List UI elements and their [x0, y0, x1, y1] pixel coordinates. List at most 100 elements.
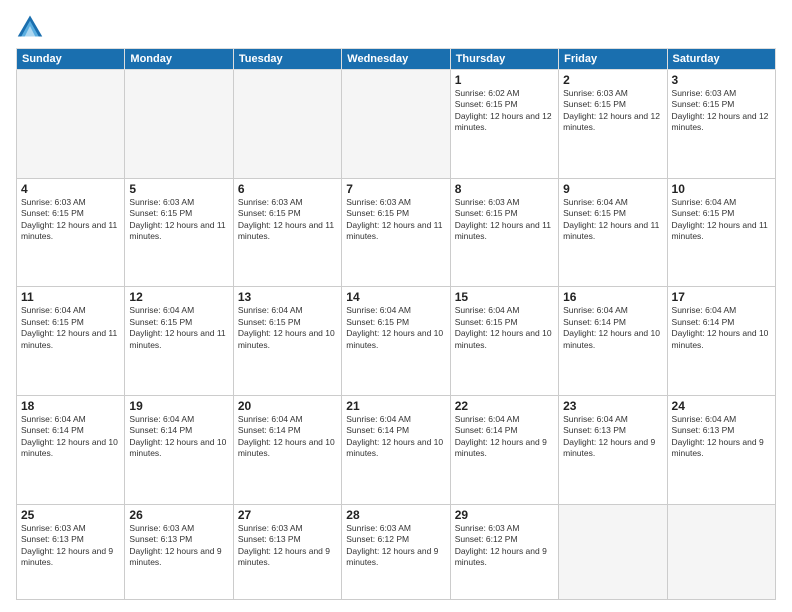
- logo-icon: [16, 12, 44, 40]
- day-number: 26: [129, 508, 228, 522]
- calendar-cell: 2Sunrise: 6:03 AMSunset: 6:15 PMDaylight…: [559, 70, 667, 179]
- day-number: 4: [21, 182, 120, 196]
- weekday-saturday: Saturday: [667, 49, 775, 70]
- day-number: 3: [672, 73, 771, 87]
- day-number: 1: [455, 73, 554, 87]
- day-number: 16: [563, 290, 662, 304]
- day-info: Sunrise: 6:04 AMSunset: 6:14 PMDaylight:…: [129, 414, 228, 460]
- day-number: 29: [455, 508, 554, 522]
- day-number: 14: [346, 290, 445, 304]
- day-number: 19: [129, 399, 228, 413]
- calendar-cell: 18Sunrise: 6:04 AMSunset: 6:14 PMDayligh…: [17, 395, 125, 504]
- day-info: Sunrise: 6:04 AMSunset: 6:15 PMDaylight:…: [672, 197, 771, 243]
- calendar-cell: 24Sunrise: 6:04 AMSunset: 6:13 PMDayligh…: [667, 395, 775, 504]
- calendar-cell: 19Sunrise: 6:04 AMSunset: 6:14 PMDayligh…: [125, 395, 233, 504]
- day-number: 11: [21, 290, 120, 304]
- calendar-cell: 21Sunrise: 6:04 AMSunset: 6:14 PMDayligh…: [342, 395, 450, 504]
- day-info: Sunrise: 6:04 AMSunset: 6:15 PMDaylight:…: [238, 305, 337, 351]
- calendar-cell: 12Sunrise: 6:04 AMSunset: 6:15 PMDayligh…: [125, 287, 233, 396]
- day-info: Sunrise: 6:03 AMSunset: 6:12 PMDaylight:…: [455, 523, 554, 569]
- weekday-thursday: Thursday: [450, 49, 558, 70]
- day-info: Sunrise: 6:04 AMSunset: 6:14 PMDaylight:…: [21, 414, 120, 460]
- day-number: 25: [21, 508, 120, 522]
- calendar-cell: 14Sunrise: 6:04 AMSunset: 6:15 PMDayligh…: [342, 287, 450, 396]
- weekday-header-row: SundayMondayTuesdayWednesdayThursdayFrid…: [17, 49, 776, 70]
- day-number: 24: [672, 399, 771, 413]
- day-info: Sunrise: 6:04 AMSunset: 6:14 PMDaylight:…: [672, 305, 771, 351]
- day-info: Sunrise: 6:03 AMSunset: 6:15 PMDaylight:…: [346, 197, 445, 243]
- calendar-cell: 17Sunrise: 6:04 AMSunset: 6:14 PMDayligh…: [667, 287, 775, 396]
- calendar-cell: 8Sunrise: 6:03 AMSunset: 6:15 PMDaylight…: [450, 178, 558, 287]
- day-info: Sunrise: 6:04 AMSunset: 6:14 PMDaylight:…: [346, 414, 445, 460]
- calendar-cell: 29Sunrise: 6:03 AMSunset: 6:12 PMDayligh…: [450, 504, 558, 599]
- day-number: 23: [563, 399, 662, 413]
- day-number: 7: [346, 182, 445, 196]
- calendar-cell: [17, 70, 125, 179]
- day-number: 21: [346, 399, 445, 413]
- weekday-monday: Monday: [125, 49, 233, 70]
- calendar-cell: [342, 70, 450, 179]
- day-info: Sunrise: 6:04 AMSunset: 6:13 PMDaylight:…: [672, 414, 771, 460]
- calendar-cell: [125, 70, 233, 179]
- day-info: Sunrise: 6:03 AMSunset: 6:12 PMDaylight:…: [346, 523, 445, 569]
- calendar-cell: 1Sunrise: 6:02 AMSunset: 6:15 PMDaylight…: [450, 70, 558, 179]
- day-info: Sunrise: 6:03 AMSunset: 6:13 PMDaylight:…: [21, 523, 120, 569]
- day-info: Sunrise: 6:04 AMSunset: 6:13 PMDaylight:…: [563, 414, 662, 460]
- day-info: Sunrise: 6:04 AMSunset: 6:15 PMDaylight:…: [346, 305, 445, 351]
- weekday-friday: Friday: [559, 49, 667, 70]
- page: SundayMondayTuesdayWednesdayThursdayFrid…: [0, 0, 792, 612]
- calendar-cell: 28Sunrise: 6:03 AMSunset: 6:12 PMDayligh…: [342, 504, 450, 599]
- day-info: Sunrise: 6:02 AMSunset: 6:15 PMDaylight:…: [455, 88, 554, 134]
- weekday-wednesday: Wednesday: [342, 49, 450, 70]
- calendar-table: SundayMondayTuesdayWednesdayThursdayFrid…: [16, 48, 776, 600]
- day-info: Sunrise: 6:04 AMSunset: 6:15 PMDaylight:…: [563, 197, 662, 243]
- day-info: Sunrise: 6:03 AMSunset: 6:15 PMDaylight:…: [129, 197, 228, 243]
- calendar-cell: 10Sunrise: 6:04 AMSunset: 6:15 PMDayligh…: [667, 178, 775, 287]
- calendar-cell: 16Sunrise: 6:04 AMSunset: 6:14 PMDayligh…: [559, 287, 667, 396]
- calendar-cell: 26Sunrise: 6:03 AMSunset: 6:13 PMDayligh…: [125, 504, 233, 599]
- week-row-3: 11Sunrise: 6:04 AMSunset: 6:15 PMDayligh…: [17, 287, 776, 396]
- calendar-cell: [667, 504, 775, 599]
- day-info: Sunrise: 6:03 AMSunset: 6:15 PMDaylight:…: [21, 197, 120, 243]
- day-number: 9: [563, 182, 662, 196]
- day-number: 15: [455, 290, 554, 304]
- day-info: Sunrise: 6:03 AMSunset: 6:15 PMDaylight:…: [563, 88, 662, 134]
- day-info: Sunrise: 6:04 AMSunset: 6:15 PMDaylight:…: [129, 305, 228, 351]
- calendar-cell: 4Sunrise: 6:03 AMSunset: 6:15 PMDaylight…: [17, 178, 125, 287]
- logo: [16, 12, 48, 40]
- calendar-cell: 7Sunrise: 6:03 AMSunset: 6:15 PMDaylight…: [342, 178, 450, 287]
- day-info: Sunrise: 6:03 AMSunset: 6:15 PMDaylight:…: [672, 88, 771, 134]
- day-info: Sunrise: 6:04 AMSunset: 6:15 PMDaylight:…: [455, 305, 554, 351]
- calendar-cell: [233, 70, 341, 179]
- day-number: 8: [455, 182, 554, 196]
- calendar-cell: 25Sunrise: 6:03 AMSunset: 6:13 PMDayligh…: [17, 504, 125, 599]
- day-info: Sunrise: 6:04 AMSunset: 6:14 PMDaylight:…: [238, 414, 337, 460]
- calendar-cell: 13Sunrise: 6:04 AMSunset: 6:15 PMDayligh…: [233, 287, 341, 396]
- day-number: 18: [21, 399, 120, 413]
- calendar-cell: 5Sunrise: 6:03 AMSunset: 6:15 PMDaylight…: [125, 178, 233, 287]
- weekday-tuesday: Tuesday: [233, 49, 341, 70]
- day-number: 13: [238, 290, 337, 304]
- day-info: Sunrise: 6:04 AMSunset: 6:14 PMDaylight:…: [563, 305, 662, 351]
- day-info: Sunrise: 6:03 AMSunset: 6:13 PMDaylight:…: [238, 523, 337, 569]
- day-info: Sunrise: 6:03 AMSunset: 6:13 PMDaylight:…: [129, 523, 228, 569]
- day-number: 20: [238, 399, 337, 413]
- week-row-5: 25Sunrise: 6:03 AMSunset: 6:13 PMDayligh…: [17, 504, 776, 599]
- week-row-1: 1Sunrise: 6:02 AMSunset: 6:15 PMDaylight…: [17, 70, 776, 179]
- day-number: 6: [238, 182, 337, 196]
- calendar-cell: 3Sunrise: 6:03 AMSunset: 6:15 PMDaylight…: [667, 70, 775, 179]
- day-info: Sunrise: 6:04 AMSunset: 6:15 PMDaylight:…: [21, 305, 120, 351]
- day-number: 22: [455, 399, 554, 413]
- weekday-sunday: Sunday: [17, 49, 125, 70]
- day-info: Sunrise: 6:03 AMSunset: 6:15 PMDaylight:…: [455, 197, 554, 243]
- day-number: 2: [563, 73, 662, 87]
- day-number: 17: [672, 290, 771, 304]
- day-number: 12: [129, 290, 228, 304]
- calendar-cell: 11Sunrise: 6:04 AMSunset: 6:15 PMDayligh…: [17, 287, 125, 396]
- calendar-cell: 15Sunrise: 6:04 AMSunset: 6:15 PMDayligh…: [450, 287, 558, 396]
- week-row-2: 4Sunrise: 6:03 AMSunset: 6:15 PMDaylight…: [17, 178, 776, 287]
- day-info: Sunrise: 6:04 AMSunset: 6:14 PMDaylight:…: [455, 414, 554, 460]
- day-number: 10: [672, 182, 771, 196]
- day-number: 5: [129, 182, 228, 196]
- calendar-cell: 22Sunrise: 6:04 AMSunset: 6:14 PMDayligh…: [450, 395, 558, 504]
